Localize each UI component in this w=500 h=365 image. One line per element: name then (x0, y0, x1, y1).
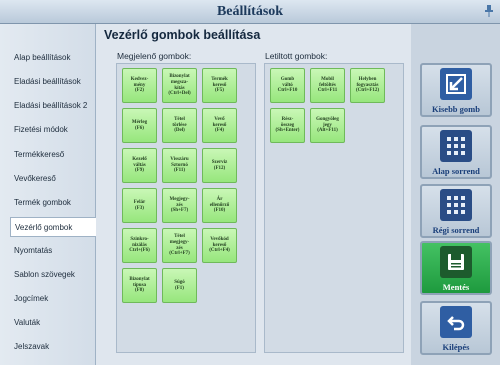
sidebar-item-label: Jelszavak (14, 342, 50, 351)
save-button[interactable]: Mentés (420, 241, 492, 295)
disabled-buttons-label: Letiltott gombok: (265, 51, 328, 61)
sidebar-item-label: Termék gombok (14, 198, 71, 207)
visible-control-button[interactable]: Ár ellenőrző (F10) (202, 188, 237, 223)
disabled-control-button[interactable]: Gomb váltó Ctrl+F10 (270, 68, 305, 103)
sidebar-item-nyomtatas[interactable]: Nyomtatás (10, 241, 90, 261)
sidebar-item-eladasi[interactable]: Eladási beállítások (10, 72, 90, 92)
default-order-label: Alap sorrend (432, 166, 480, 176)
visible-control-button[interactable]: Szinkro- nizálás Ctrl+(F6) (122, 228, 157, 263)
sidebar-item-sablon[interactable]: Sablon szövegek (10, 265, 90, 285)
sidebar-item-label: Valuták (14, 318, 41, 327)
action-bar: Kisebb gomb Alap sorrend Régi sorrend Me… (411, 24, 500, 365)
visible-control-button[interactable]: Szerviz (F12) (202, 148, 237, 183)
main-content: Vezérlő gombok beállítása Megjelenő gomb… (96, 24, 411, 365)
visible-control-button[interactable]: Kezelő váltás (F9) (122, 148, 157, 183)
sidebar-item-valutak[interactable]: Valuták (10, 313, 90, 333)
window-title: Beállítások (216, 4, 284, 19)
sidebar-item-eladasi-2[interactable]: Eladási beállítások 2 (10, 96, 90, 116)
sidebar-item-label: Vezérlő gombok (15, 223, 73, 232)
smaller-label: Kisebb gomb (432, 104, 480, 114)
disabled-control-button[interactable]: Mobil feltöltés Ctrl+F11 (310, 68, 345, 103)
visible-control-button[interactable]: Tétel törlése (Del) (162, 108, 197, 143)
visible-buttons-panel: Kedvez- mény (F2) Bizonylat megsza- kítás… (116, 63, 256, 353)
sidebar-item-vevokereso[interactable]: Vevőkereső (10, 169, 90, 189)
exit-label: Kilépés (442, 342, 470, 352)
settings-sidebar: Alap beállítások Eladási beállítások Ela… (0, 24, 97, 365)
back-arrow-icon (440, 306, 472, 338)
disabled-buttons-panel: Gomb váltó Ctrl+F10 Mobil feltöltés Ctrl+… (264, 63, 404, 353)
previous-order-button[interactable]: Régi sorrend (420, 184, 492, 238)
sidebar-item-label: Termékkereső (14, 150, 65, 159)
visible-control-button[interactable]: Megjegy- zés (Sh+F7) (162, 188, 197, 223)
pin-icon[interactable] (484, 5, 494, 17)
sidebar-item-label: Eladási beállítások (14, 77, 81, 86)
grid-icon (440, 189, 472, 221)
visible-buttons-label: Megjelenő gombok: (117, 51, 192, 61)
sidebar-item-label: Jogcímek (14, 294, 49, 303)
sidebar-item-fizetesi[interactable]: Fizetési módok (10, 120, 90, 140)
exit-button[interactable]: Kilépés (420, 301, 492, 355)
visible-control-button[interactable]: Visszáru Sztornó (F11) (162, 148, 197, 183)
visible-control-button[interactable]: Súgó (F1) (162, 268, 197, 303)
sidebar-item-label: Eladási beállítások 2 (14, 101, 88, 110)
sidebar-item-jelszavak[interactable]: Jelszavak (10, 337, 90, 357)
title-bar: Beállítások (0, 0, 500, 24)
visible-control-button[interactable]: Vevő kereső (F4) (202, 108, 237, 143)
page-title: Vezérlő gombok beállítása (104, 28, 261, 42)
save-disk-icon (440, 246, 472, 278)
grid-icon (440, 130, 472, 162)
sidebar-item-label: Alap beállítások (14, 53, 71, 62)
disabled-control-button[interactable]: Helyben fogyasztás (Ctrl+F12) (350, 68, 385, 103)
save-label: Mentés (442, 282, 470, 292)
smaller-button[interactable]: Kisebb gomb (420, 63, 492, 117)
sidebar-item-label: Vevőkereső (14, 174, 56, 183)
sidebar-item-vezerlo-gombok[interactable]: Vezérlő gombok (10, 217, 97, 237)
visible-control-button[interactable]: Tétel megjegy- zés (Ctrl+F7) (162, 228, 197, 263)
visible-control-button[interactable]: Vevőkód kereső (Ctrl+F4) (202, 228, 237, 263)
sidebar-item-termek-gombok[interactable]: Termék gombok (10, 193, 90, 213)
visible-control-button[interactable]: Mérleg (F6) (122, 108, 157, 143)
visible-control-button[interactable]: Kedvez- mény (F2) (122, 68, 157, 103)
sidebar-item-alap[interactable]: Alap beállítások (10, 48, 90, 68)
previous-order-label: Régi sorrend (432, 225, 480, 235)
default-order-button[interactable]: Alap sorrend (420, 125, 492, 179)
sidebar-item-jogcimek[interactable]: Jogcímek (10, 289, 90, 309)
disabled-control-button[interactable]: Gongyöleg jegy (Alt+F11) (310, 108, 345, 143)
visible-control-button[interactable]: Felár (F3) (122, 188, 157, 223)
disabled-control-button[interactable]: Rész- összeg (Sh+Enter) (270, 108, 305, 143)
sidebar-item-label: Fizetési módok (14, 125, 68, 134)
shrink-arrow-icon (440, 68, 472, 100)
sidebar-item-label: Nyomtatás (14, 246, 53, 255)
sidebar-item-label: Sablon szövegek (14, 270, 75, 279)
visible-control-button[interactable]: Bizonylat típusa (F8) (122, 268, 157, 303)
visible-control-button[interactable]: Bizonylat megsza- kítás (Ctrl+Del) (162, 68, 197, 103)
sidebar-item-termekkereso[interactable]: Termékkereső (10, 145, 90, 165)
visible-control-button[interactable]: Termék kereső (F5) (202, 68, 237, 103)
